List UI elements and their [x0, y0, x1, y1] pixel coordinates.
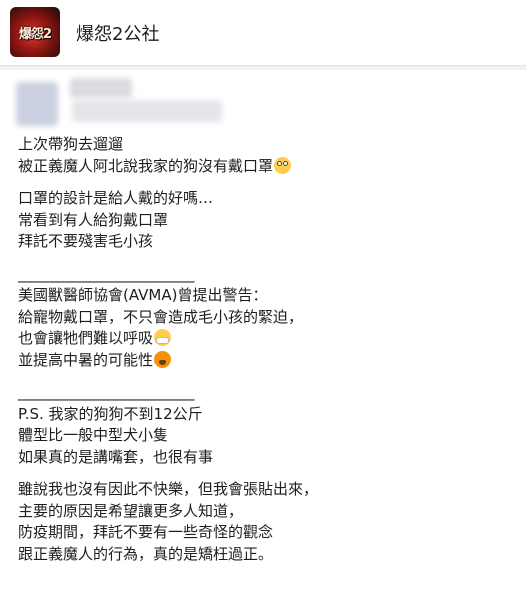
- post-line: 美國獸醫師協會(AVMA)曾提出警告：: [18, 286, 268, 304]
- post-paragraph-1: 上次帶狗去遛遛 被正義魔人阿北說我家的狗沒有戴口罩: [18, 134, 508, 177]
- page-header: 爆怨2 爆怨2公社: [0, 0, 526, 66]
- post-line: 也會讓牠們難以呼吸: [18, 328, 508, 350]
- post-line: 防疫期間，拜託不要有一些奇怪的觀念: [18, 523, 274, 541]
- post-line: 拜託不要殘害毛小孩: [18, 232, 154, 250]
- page-name[interactable]: 爆怨2公社: [76, 20, 159, 46]
- blurred-avatar: [16, 82, 58, 126]
- post-paragraph-5: 雖說我也沒有因此不快樂，但我會張貼出來， 主要的原因是希望讓更多人知道， 防疫期…: [18, 479, 508, 565]
- logo-text: 爆怨2: [18, 26, 52, 42]
- post-paragraph-3: ___________________________ 美國獸醫師協會(AVMA…: [18, 264, 508, 372]
- post-line: 體型比一般中型犬小隻: [18, 426, 169, 444]
- post-body: 上次帶狗去遛遛 被正義魔人阿北說我家的狗沒有戴口罩 口罩的設計是給人戴的好嗎… …: [18, 134, 508, 576]
- separator-line: ___________________________: [18, 264, 195, 283]
- post-line: 口罩的設計是給人戴的好嗎…: [18, 189, 214, 207]
- hot-face-emoji-icon: [154, 350, 172, 368]
- mask-face-emoji-icon: [154, 329, 172, 346]
- blurred-post-meta: [72, 100, 222, 122]
- post-paragraph-4: ___________________________ P.S. 我家的狗狗不到…: [18, 382, 508, 468]
- post-line: 主要的原因是希望讓更多人知道，: [18, 501, 244, 520]
- post-line: 雖說我也沒有因此不快樂，但我會張貼出來，: [18, 480, 319, 498]
- post-line: 常看到有人給狗戴口罩: [18, 210, 169, 229]
- blurred-author-name: [70, 78, 132, 98]
- eye-roll-emoji-icon: [274, 156, 292, 174]
- post-line: 上次帶狗去遛遛: [18, 135, 124, 153]
- post-line: 給寵物戴口罩，不只會造成毛小孩的緊迫，: [18, 307, 304, 326]
- post-line: 跟正義魔人的行為，真的是矯枉過正。: [18, 544, 274, 563]
- post-line: 被正義魔人阿北說我家的狗沒有戴口罩: [18, 156, 508, 178]
- separator-line: ___________________________: [18, 383, 195, 401]
- post-line: P.S. 我家的狗狗不到12公斤: [18, 404, 203, 423]
- post-line: 如果真的是講嘴套，也很有事: [18, 447, 214, 466]
- post-line: 並提高中暑的可能性: [18, 350, 508, 372]
- page-logo[interactable]: 爆怨2: [10, 7, 60, 57]
- post-paragraph-2: 口罩的設計是給人戴的好嗎… 常看到有人給狗戴口罩 拜託不要殘害毛小孩: [18, 188, 508, 253]
